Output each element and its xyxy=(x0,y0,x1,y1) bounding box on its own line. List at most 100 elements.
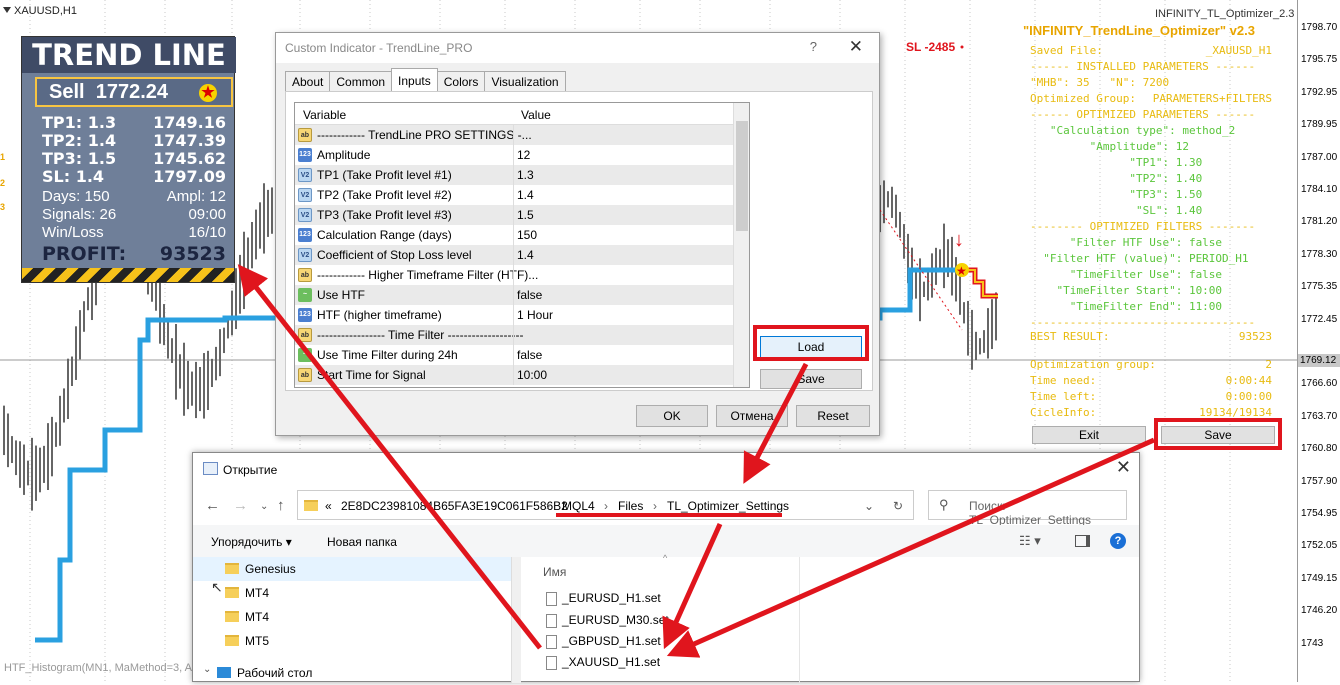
path-segment[interactable]: TL_Optimizer_Settings xyxy=(667,499,789,513)
row-variable: ------------ Higher Timeframe Filter (HT… xyxy=(317,268,539,282)
table-row[interactable]: 123 HTF (higher timeframe) 1 Hour xyxy=(295,305,749,325)
path-overflow[interactable]: « xyxy=(325,499,332,513)
optimizer-value: PARAMETERS+FILTERS xyxy=(1152,92,1272,105)
list-item[interactable]: _EURUSD_H1.set xyxy=(546,591,661,606)
price-tick: 1778.30 xyxy=(1301,248,1338,260)
path-segment[interactable]: Files xyxy=(618,499,643,513)
help-icon[interactable]: ? xyxy=(810,39,817,54)
new-folder-button[interactable]: Новая папка xyxy=(327,535,397,549)
row-value[interactable]: 1.5 xyxy=(517,208,534,222)
tab-common[interactable]: Common xyxy=(329,71,393,91)
sidebar-item-mt4[interactable]: MT4 xyxy=(193,581,511,605)
organize-button[interactable]: Упорядочить ▾ xyxy=(211,535,292,549)
price-axis[interactable]: 1798.70 1795.75 1792.95 1789.95 1787.00 1784.… xyxy=(1297,0,1340,682)
stat-label: Win/Loss xyxy=(42,224,104,241)
row-value[interactable]: 12 xyxy=(517,148,530,162)
tab-visualization[interactable]: Visualization xyxy=(484,71,566,91)
table-scrollbar[interactable] xyxy=(733,103,749,387)
table-row[interactable]: V2 TP3 (Take Profit level #3) 1.5 xyxy=(295,205,749,225)
tab-inputs[interactable]: Inputs xyxy=(391,68,438,91)
chevron-right-icon: › xyxy=(546,499,550,513)
cancel-button[interactable]: Отмена xyxy=(716,405,788,427)
column-divider xyxy=(799,557,800,683)
table-row[interactable]: ~ Use Time Filter during 24h false xyxy=(295,345,749,365)
search-input[interactable]: Поиск: TL_Optimizer_Settings xyxy=(928,490,1127,527)
sidebar-item-mt4-2[interactable]: MT4 xyxy=(193,605,511,629)
folder-icon xyxy=(225,563,239,574)
reset-button[interactable]: Reset xyxy=(796,405,870,427)
forward-arrow-icon[interactable]: → xyxy=(233,497,248,514)
row-value[interactable]: 10:00 xyxy=(517,368,547,382)
file-name: _GBPUSD_H1.set xyxy=(562,634,661,648)
optimizer-line: Time left: xyxy=(1030,390,1097,403)
ok-button[interactable]: OK xyxy=(636,405,708,427)
table-row[interactable]: V2 TP2 (Take Profit level #2) 1.4 xyxy=(295,185,749,205)
column-name-header[interactable]: Имя xyxy=(543,565,566,579)
row-value[interactable]: false xyxy=(517,348,542,362)
chevron-down-icon[interactable]: ⌄ xyxy=(260,501,268,512)
table-row[interactable]: ab Start Time for Signal 10:00 xyxy=(295,365,749,385)
help-icon[interactable]: ? xyxy=(1110,533,1126,549)
path-segment[interactable]: MQL4 xyxy=(562,499,595,513)
price-tick: 1754.95 xyxy=(1301,508,1338,519)
boolean-type-icon: ~ xyxy=(298,348,312,362)
path-segment[interactable]: 2E8DC23981084B65FA3E19C061F586B2 xyxy=(341,499,568,513)
save-button[interactable]: Save xyxy=(760,369,862,389)
close-icon[interactable]: ✕ xyxy=(1116,457,1131,478)
table-row[interactable]: V2 TP1 (Take Profit level #1) 1.3 xyxy=(295,165,749,185)
table-row[interactable]: ~ Use HTF false xyxy=(295,285,749,305)
table-row[interactable]: ab ------------ TrendLine PRO SETTINGS -.… xyxy=(295,125,749,145)
inputs-table[interactable]: Variable Value ab ------------ TrendLine … xyxy=(294,102,750,388)
table-row[interactable]: ab ----------------- Time Filter --------… xyxy=(295,325,749,345)
preview-pane-icon[interactable] xyxy=(1075,535,1090,547)
sl-dot xyxy=(960,45,964,49)
table-row[interactable]: ab ------------ Higher Timeframe Filter (… xyxy=(295,265,749,285)
sidebar-item-label: Genesius xyxy=(245,562,296,576)
profit-value: 93523 xyxy=(159,243,226,265)
row-value[interactable]: 1.3 xyxy=(517,168,534,182)
exit-button[interactable]: Exit xyxy=(1032,426,1146,444)
dialog-title: Custom Indicator - TrendLine_PRO xyxy=(285,41,473,55)
column-separator xyxy=(513,245,514,265)
sidebar-item-mt5[interactable]: MT5 xyxy=(193,629,511,653)
row-value[interactable]: false xyxy=(517,288,542,302)
up-arrow-icon[interactable]: ↑ xyxy=(277,497,285,514)
close-icon[interactable]: ✕ xyxy=(849,37,863,57)
column-separator xyxy=(513,325,514,345)
table-row[interactable]: 123 Amplitude 12 xyxy=(295,145,749,165)
sidebar-scrollbar[interactable] xyxy=(511,557,521,683)
row-variable: Use HTF xyxy=(317,288,365,302)
tab-about[interactable]: About xyxy=(285,71,331,91)
sidebar-item-genesius[interactable]: Genesius xyxy=(193,557,511,581)
price-tick: 1760.80 xyxy=(1301,443,1338,455)
chevron-down-icon[interactable]: ⌄ xyxy=(864,499,874,513)
view-options-icon[interactable]: ☷ ▾ xyxy=(1019,533,1041,549)
row-value[interactable]: 1.4 xyxy=(517,188,534,202)
path-underline xyxy=(556,513,782,517)
optimizer-line: "TimeFilter Use": false xyxy=(1030,268,1223,281)
table-row[interactable]: 123 Calculation Range (days) 150 xyxy=(295,225,749,245)
column-separator xyxy=(513,285,514,305)
list-item[interactable]: _XAUUSD_H1.set xyxy=(546,655,660,670)
refresh-icon[interactable]: ↻ xyxy=(893,499,903,513)
file-name: _EURUSD_M30.set xyxy=(562,613,669,627)
list-item[interactable]: _GBPUSD_H1.set xyxy=(546,634,661,649)
file-icon xyxy=(546,634,557,649)
row-value[interactable]: 1 Hour xyxy=(517,308,553,322)
level-label: TP3: 1.5 xyxy=(42,149,117,168)
custom-indicator-dialog: Custom Indicator - TrendLine_PRO ? ✕ Abo… xyxy=(275,32,880,436)
down-arrow-icon: ↓ xyxy=(954,229,964,251)
back-arrow-icon[interactable]: ← xyxy=(205,497,220,514)
optimizer-line: "SL": 1.40 xyxy=(1030,204,1203,217)
sidebar-item-desktop[interactable]: ⌄ Рабочий стол xyxy=(193,661,511,685)
list-item[interactable]: _EURUSD_M30.set xyxy=(546,613,669,628)
dialog-tabs: About Common Inputs Colors Visualization xyxy=(285,68,566,91)
column-separator xyxy=(513,205,514,225)
row-value[interactable]: 1.4 xyxy=(517,248,534,262)
row-value[interactable]: 150 xyxy=(517,228,537,242)
optimizer-line: Saved File: xyxy=(1030,44,1103,57)
price-tick: 1749.15 xyxy=(1301,572,1338,584)
scrollbar-thumb[interactable] xyxy=(736,121,748,231)
table-row[interactable]: V2 Coefficient of Stop Loss level 1.4 xyxy=(295,245,749,265)
tab-colors[interactable]: Colors xyxy=(436,71,486,91)
